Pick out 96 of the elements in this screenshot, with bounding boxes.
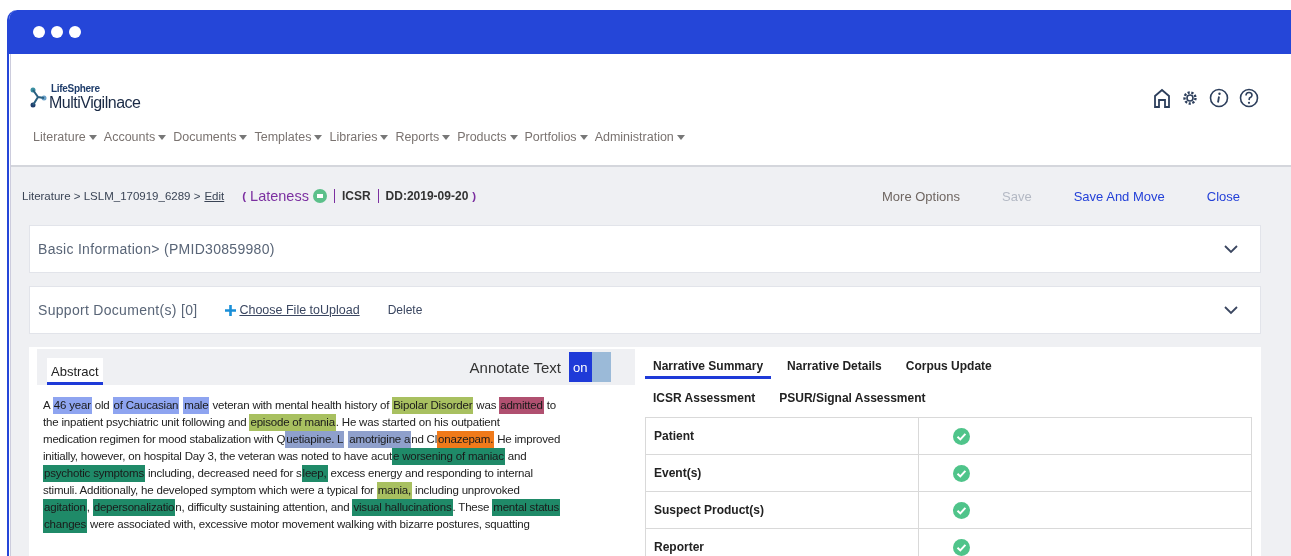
nav-menu[interactable]: Administration [594, 130, 685, 144]
highlighted-term: onazepam. [437, 431, 495, 448]
abstract-text: to [545, 398, 556, 413]
abstract-text: nd Cl [411, 432, 438, 447]
settings-icon[interactable] [1181, 88, 1199, 107]
paren-mark: ) [472, 190, 477, 202]
brand-name: MultiVigilnace [49, 94, 141, 112]
plus-icon [225, 304, 237, 316]
caret-icon [158, 134, 167, 140]
abstract-text: . He was started on his outpatient [335, 415, 500, 430]
abstract-text: , [86, 500, 91, 515]
highlighted-term: admitted [499, 397, 544, 414]
highlighted-term: agitation [43, 499, 87, 516]
chevron-icon[interactable] [1224, 244, 1238, 254]
breadcrumb: Literature > LSLM_170919_6289 > [22, 190, 201, 202]
annotate-label: Annotate Text [469, 358, 561, 376]
abstract-text: the inpatient psychiatric unit following and [43, 415, 248, 430]
nav-menu[interactable]: Accounts [103, 130, 167, 144]
paren-mark: ( [242, 190, 247, 202]
caret-icon [579, 134, 588, 140]
highlighted-term: male [183, 397, 210, 414]
table-cell: Event(s) [646, 455, 919, 491]
abstract-text: excess energy and responding to internal [329, 466, 533, 481]
action-button[interactable]: More Options [861, 184, 982, 208]
abstract-text: veteran with mental health history of [211, 398, 391, 413]
abstract-text: including, decreased need for s [146, 466, 302, 481]
abstract-tab[interactable]: Abstract [47, 357, 103, 385]
highlighted-term: depersonalizatio [92, 499, 176, 516]
window-dot [33, 26, 45, 38]
brand-subtitle: LifeSphere [51, 83, 101, 94]
edit-link[interactable]: Edit [204, 190, 225, 202]
table-cell: Suspect Product(s) [646, 492, 919, 528]
highlighted-term: leep, [301, 465, 328, 482]
narrative-tab[interactable]: Corpus Update [897, 357, 1000, 379]
abstract-text: was [475, 398, 498, 413]
status-label: Lateness [250, 188, 309, 204]
nav-menu[interactable]: Templates [254, 130, 323, 144]
window-dot [51, 26, 63, 38]
action-button[interactable]: Save And Move [1052, 184, 1186, 208]
action-button[interactable]: Close [1185, 184, 1261, 208]
table-cell: Reporter [646, 529, 919, 556]
highlighted-term: mental status [492, 499, 561, 516]
section-title: Support Document(s) [0] [38, 302, 198, 318]
abstract-text: A [43, 398, 52, 413]
window-dot [69, 26, 81, 38]
help-icon[interactable] [1239, 87, 1259, 108]
highlighted-term: uetiapine. L [285, 431, 345, 448]
caret-icon [380, 134, 389, 140]
home-icon[interactable] [1153, 87, 1171, 108]
section-title: Basic Information> (PMID30859980) [38, 241, 275, 257]
due-date: DD:2019-09-20 [385, 189, 469, 203]
highlighted-term: mania, [376, 482, 413, 499]
upload-link[interactable]: Choose File toUpload [225, 303, 360, 317]
narrative-tab[interactable]: ICSR Assessment [645, 389, 764, 411]
abstract-text: and [506, 449, 527, 464]
abstract-text: He improved [496, 432, 561, 447]
highlighted-term: e worsening of maniac [391, 448, 505, 465]
nav-menu[interactable]: Documents [173, 130, 248, 144]
highlighted-term: episode of mania [249, 414, 336, 431]
highlighted-term: psychotic symptoms [43, 465, 145, 482]
highlighted-term: Bipolar Disorder [392, 397, 474, 414]
caret-icon [88, 134, 97, 140]
abstract-text: including unprovoked [414, 483, 520, 498]
narrative-tab[interactable]: Narrative Details [779, 357, 890, 379]
case-type: ICSR [341, 189, 371, 203]
narrative-tab[interactable]: Narrative Summary [645, 357, 772, 379]
info-icon[interactable] [1209, 87, 1229, 108]
nav-menu[interactable]: Libraries [329, 130, 389, 144]
caret-icon [676, 134, 685, 140]
abstract-text: were associated with, excessive motor movement walking with bizarre postures, squatting [89, 517, 530, 532]
status-icon [312, 189, 327, 203]
highlighted-term: changes [43, 516, 88, 533]
table-cell: Patient [646, 418, 919, 454]
nav-menu[interactable]: Products [457, 130, 518, 144]
abstract-text: medication regimen for mood stabalization with Q [43, 432, 286, 447]
caret-icon [239, 134, 248, 140]
narrative-tab[interactable]: PSUR/Signal Assessment [771, 389, 934, 411]
abstract-text: n, difficulty sustaining attention, and [175, 500, 351, 515]
caret-icon [314, 134, 323, 140]
highlighted-term: amotrigine a [348, 431, 412, 448]
nav-menu[interactable]: Reports [395, 130, 451, 144]
caret-icon [442, 134, 451, 140]
chevron-icon[interactable] [1224, 305, 1238, 315]
abstract-text: stimuli. Additionally, he developed symptom which were a typical for [43, 483, 375, 498]
caret-icon [509, 134, 518, 140]
delete-button[interactable]: Delete [381, 302, 429, 318]
abstract-text: old [93, 398, 111, 413]
nav-menu[interactable]: Portfolios [524, 130, 588, 144]
nav-menu[interactable]: Literature [33, 130, 97, 144]
highlighted-term: visual hallucinations [352, 499, 453, 516]
molecule-logo-icon [29, 86, 47, 109]
annotate-toggle[interactable]: on [569, 352, 611, 382]
highlighted-term: 46 year [52, 397, 92, 414]
abstract-text: . These [452, 500, 491, 515]
abstract-text: initially, however, on hospital Day 3, the veteran was noted to have acut [43, 449, 392, 464]
highlighted-term: of Caucasian [112, 397, 180, 414]
